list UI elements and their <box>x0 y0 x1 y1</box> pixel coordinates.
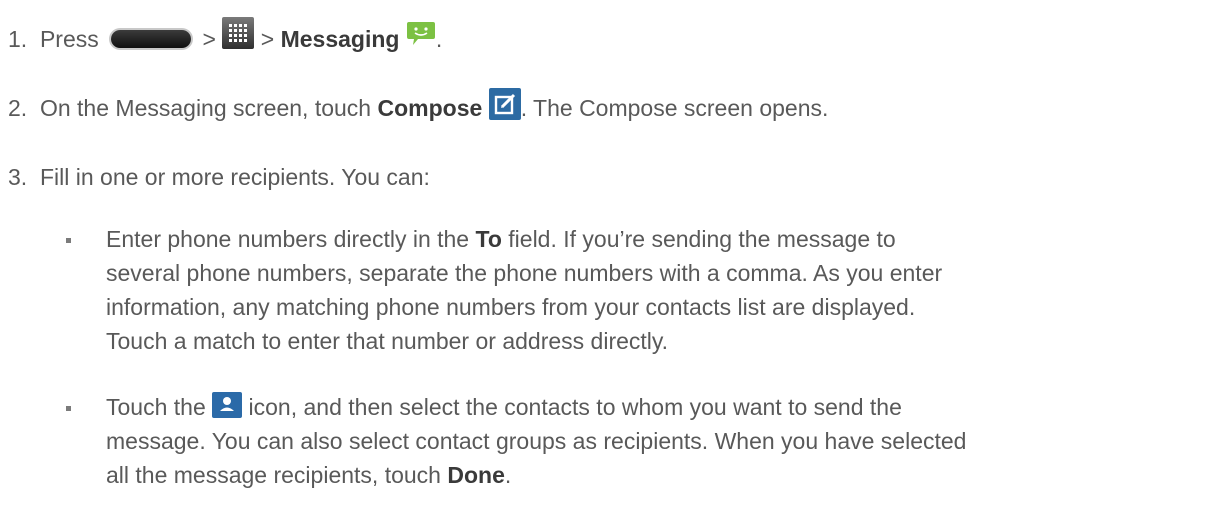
step-text: Fill in one or more recipients. You can: <box>39 164 430 190</box>
bullet-1-line-4: Touch a match to enter that number or ad… <box>106 328 669 354</box>
step-1: 1. Press > > Messaging . <box>8 16 443 57</box>
bullet-text: icon, and then select the contacts to wh… <box>248 394 902 420</box>
step-number: 3. <box>8 164 28 190</box>
done-label: Done <box>447 462 505 488</box>
step-3: 3. Fill in one or more recipients. You c… <box>8 160 430 194</box>
bullet-text: all the message recipients, touch <box>106 462 441 488</box>
bullet-marker <box>66 406 71 411</box>
step-number: 1. <box>8 26 28 52</box>
bullet-1-line-1: Enter phone numbers directly in the To f… <box>106 222 896 256</box>
to-field-label: To <box>475 226 502 252</box>
step-number: 2. <box>8 95 28 121</box>
compose-icon <box>488 87 521 120</box>
bullet-1-line-2: several phone numbers, separate the phon… <box>106 260 943 286</box>
home-key-icon <box>105 28 196 50</box>
step-text: On the Messaging screen, touch <box>39 95 372 121</box>
step-text: Press <box>39 26 99 52</box>
bullet-text: Touch the <box>106 394 206 420</box>
bullet-text: field. If you’re sending the message to <box>508 226 896 252</box>
separator: > <box>202 26 216 52</box>
bullet-2-line-3: all the message recipients, touch Done. <box>106 458 511 492</box>
bullet-marker <box>66 238 71 243</box>
separator: > <box>260 26 275 52</box>
contact-icon <box>212 391 243 418</box>
bullet-2-line-2: message. You can also select contact gro… <box>106 428 967 454</box>
step-2: 2. On the Messaging screen, touch Compos… <box>8 87 829 126</box>
bullet-1-line-3: information, any matching phone numbers … <box>106 294 916 320</box>
bullet-2-line-1: Touch the icon, and then select the cont… <box>106 390 902 424</box>
compose-label: Compose <box>377 95 483 121</box>
messaging-icon <box>406 19 436 47</box>
messaging-label: Messaging <box>280 26 400 52</box>
step-end: . <box>435 26 443 52</box>
bullet-text-end: . <box>504 462 512 488</box>
apps-grid-icon <box>222 16 255 49</box>
step-text-end: . The Compose screen opens. <box>520 95 829 121</box>
bullet-text: Enter phone numbers directly in the <box>106 226 470 252</box>
